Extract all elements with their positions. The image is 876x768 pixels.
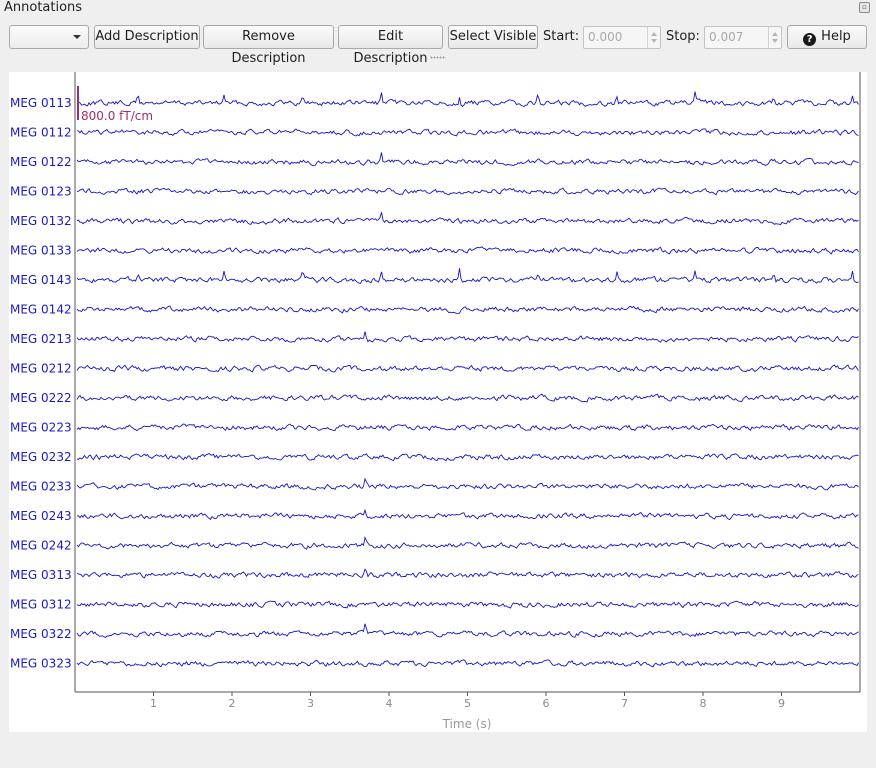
x-axis-title: Time (s) (442, 717, 492, 731)
channel-trace[interactable] (76, 128, 859, 137)
channel-trace[interactable] (76, 477, 859, 491)
stop-value: 0.007 (709, 30, 744, 44)
channel-label[interactable]: MEG 0242 (10, 539, 72, 553)
help-button[interactable]: ? Help (787, 25, 867, 49)
channel-label[interactable]: MEG 0223 (10, 421, 72, 435)
description-dropdown[interactable] (9, 25, 89, 49)
spin-up-icon (772, 32, 778, 36)
channel-trace[interactable] (76, 268, 859, 285)
channel-label[interactable]: MEG 0113 (10, 96, 72, 110)
channel-trace[interactable] (76, 659, 859, 668)
spin-down-icon (651, 39, 657, 43)
spin-up-icon (651, 32, 657, 36)
channel-label[interactable]: MEG 0243 (10, 509, 72, 523)
annotation-toolbar: Add Description Remove Description Edit … (0, 25, 876, 66)
start-value: 0.000 (588, 30, 623, 44)
channel-trace[interactable] (76, 212, 859, 226)
channel-trace[interactable] (76, 508, 859, 521)
channel-label-group: MEG 0113 MEG 0112 MEG 0122 MEG 0123 MEG 0132… (10, 96, 72, 671)
channel-label[interactable]: MEG 0123 (10, 185, 72, 199)
channel-label[interactable]: MEG 0212 (10, 362, 72, 376)
stop-label: Stop: (666, 29, 700, 44)
spin-down-icon (772, 39, 778, 43)
channel-label[interactable]: MEG 0322 (10, 627, 72, 641)
start-spin-arrows[interactable] (647, 27, 660, 48)
x-tick-label: 7 (621, 697, 628, 710)
channel-trace[interactable] (76, 623, 859, 639)
start-label: Start: (543, 29, 580, 44)
channel-label[interactable]: MEG 0232 (10, 450, 72, 464)
channel-label[interactable]: MEG 0142 (10, 303, 72, 317)
channel-label[interactable]: MEG 0222 (10, 391, 72, 405)
x-tick-label: 9 (778, 697, 785, 710)
stop-spin-arrows[interactable] (768, 27, 781, 48)
channel-trace[interactable] (76, 331, 859, 343)
float-dock-icon[interactable]: ▫ (859, 2, 870, 13)
channel-label[interactable]: MEG 0143 (10, 273, 72, 287)
channel-label[interactable]: MEG 0132 (10, 214, 72, 228)
x-tick-label: 8 (700, 697, 707, 710)
channel-trace[interactable] (76, 152, 859, 167)
stop-spinbox[interactable]: 0.007 (704, 26, 782, 49)
x-tick-label: 3 (307, 697, 314, 710)
channel-label[interactable]: MEG 0323 (10, 657, 72, 671)
channel-label[interactable]: MEG 0133 (10, 244, 72, 258)
raw-data-plot[interactable]: MEG 0113 MEG 0112 MEG 0122 MEG 0123 MEG 0132… (9, 72, 867, 732)
start-spinbox[interactable]: 0.000 (583, 26, 661, 49)
x-tick-label: 4 (386, 697, 393, 710)
x-tick-label: 6 (543, 697, 550, 710)
channel-trace[interactable] (76, 305, 859, 314)
channel-trace[interactable] (76, 423, 859, 432)
x-tick-label: 5 (464, 697, 471, 710)
select-visible-button[interactable]: Select Visible (448, 25, 538, 49)
channel-trace[interactable] (76, 187, 859, 196)
dock-title: Annotations (4, 0, 83, 15)
add-description-button[interactable]: Add Description (94, 25, 200, 49)
channel-label[interactable]: MEG 0213 (10, 332, 72, 346)
channel-trace[interactable] (76, 600, 859, 609)
channel-label[interactable]: MEG 0313 (10, 568, 72, 582)
trace-group (76, 91, 859, 668)
remove-description-button[interactable]: Remove Description (203, 25, 334, 66)
channel-trace[interactable] (76, 568, 859, 579)
splitter-handle[interactable] (430, 56, 446, 59)
channel-label[interactable]: MEG 0112 (10, 126, 72, 140)
meg-traces-chart[interactable]: MEG 0113 MEG 0112 MEG 0122 MEG 0123 MEG 0132… (9, 72, 867, 732)
chevron-down-icon (73, 35, 81, 39)
edit-description-button[interactable]: Edit Description (338, 25, 443, 66)
question-icon: ? (803, 33, 817, 46)
channel-trace[interactable] (76, 364, 859, 373)
channel-trace[interactable] (76, 536, 859, 550)
channel-trace[interactable] (76, 393, 859, 403)
x-tick-group: 1 2 3 4 5 6 7 8 9 (150, 692, 785, 710)
x-tick-label: 2 (229, 697, 236, 710)
channel-trace[interactable] (76, 246, 859, 255)
channel-trace[interactable] (76, 452, 859, 462)
channel-trace[interactable] (76, 91, 859, 108)
channel-label[interactable]: MEG 0122 (10, 155, 72, 169)
help-button-label: Help (821, 29, 851, 44)
x-tick-label: 1 (150, 697, 157, 710)
scale-bar-label: 800.0 fT/cm (81, 109, 153, 123)
channel-label[interactable]: MEG 0233 (10, 480, 72, 494)
channel-label[interactable]: MEG 0312 (10, 598, 72, 612)
